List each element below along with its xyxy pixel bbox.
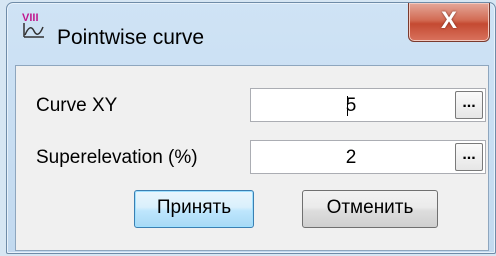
accept-button[interactable]: Принять <box>134 190 254 228</box>
superelevation-label: Superelevation (%) <box>36 147 198 168</box>
text-caret <box>347 96 348 116</box>
curve-xy-browse-button[interactable]: ... <box>455 91 483 119</box>
dialog-client-area: Curve XY 5 ... Superelevation (%) 2 ... … <box>15 65 489 251</box>
close-button[interactable]: X <box>408 3 490 42</box>
superelevation-field[interactable]: 2 ... <box>250 140 486 174</box>
title-bar[interactable]: VIII Pointwise curve X <box>7 3 495 51</box>
window-title: Pointwise curve <box>57 26 205 49</box>
superelevation-browse-button[interactable]: ... <box>455 143 483 171</box>
curve-app-icon: VIII <box>21 11 47 39</box>
curve-xy-label: Curve XY <box>36 95 118 116</box>
svg-text:VIII: VIII <box>22 12 39 24</box>
close-icon: X <box>440 7 457 34</box>
cancel-button[interactable]: Отменить <box>302 190 438 228</box>
curve-xy-value: 5 <box>345 95 357 116</box>
dialog-window: VIII Pointwise curve X Curve XY 5 ... Su… <box>6 2 496 254</box>
curve-xy-field[interactable]: 5 ... <box>250 88 486 122</box>
superelevation-value: 2 <box>345 147 357 168</box>
